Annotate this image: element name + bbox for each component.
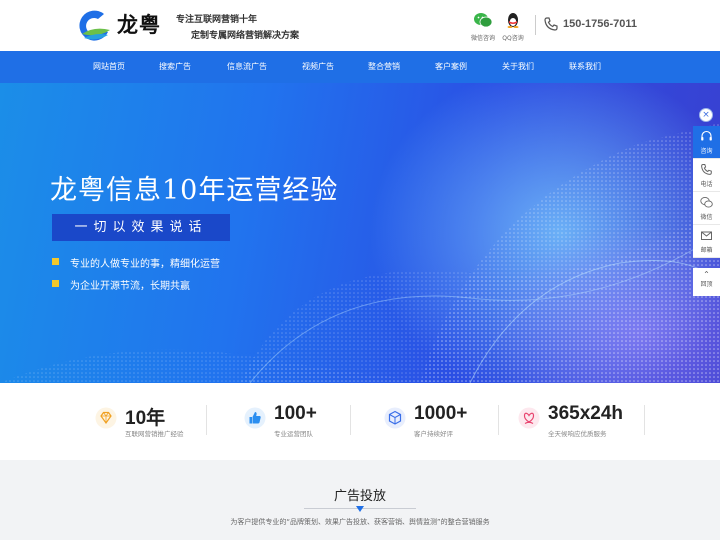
banner-bullet-text: 专业的人做专业的事，精细化运营	[70, 259, 220, 270]
side-item-label: 微信	[700, 214, 713, 221]
slogan-line2: 定制专属网络营销解决方案	[191, 31, 300, 41]
diamond-icon	[95, 407, 117, 429]
page: 龙粤 专注互联网营销十年 定制专属网络营销解决方案 微信咨询 QQ咨询 150-…	[0, 0, 720, 540]
section-description: 为客户提供专业的“品牌策划、效果广告投放、获客营销、舆情监测”的整合营销服务	[230, 518, 490, 526]
nav-item-contact[interactable]: 联系我们	[557, 51, 613, 83]
stat-label: 客户持续好评	[414, 430, 453, 438]
qq-consult-label: QQ咨询	[502, 35, 524, 42]
bullet-marker	[52, 280, 59, 287]
stat-label: 专业运营团队	[274, 430, 313, 438]
stat-value: 100+	[274, 403, 317, 424]
stat-label: 全天候响应优质服务	[548, 430, 607, 438]
hero-banner[interactable]: 龙粤信息10年运营经验 一切以效果说话 专业的人做专业的事，精细化运营 为企业开…	[0, 83, 720, 383]
bullet-marker	[52, 258, 59, 265]
side-item-label: 咨询	[700, 148, 713, 155]
qq-consult-button[interactable]: QQ咨询	[500, 12, 526, 42]
headset-icon	[701, 130, 712, 141]
stat-divider	[498, 405, 499, 435]
stat-label: 互联网营销推广经验	[125, 430, 184, 438]
nav-item-feed-ads[interactable]: 信息流广告	[219, 51, 275, 83]
side-item-consult[interactable]: 咨询	[693, 126, 720, 159]
site-header: 龙粤 专注互联网营销十年 定制专属网络营销解决方案 微信咨询 QQ咨询 150-…	[0, 0, 720, 51]
back-to-top-button[interactable]: ⌃ 回顶	[693, 268, 720, 296]
stat-divider	[350, 405, 351, 435]
wechat-icon	[700, 196, 713, 208]
mail-icon	[701, 231, 712, 240]
qq-penguin-icon	[507, 13, 519, 28]
phone-icon	[544, 17, 558, 31]
stat-divider	[206, 405, 207, 435]
back-to-top-label: 回顶	[700, 281, 713, 288]
stats-bar: 10年 互联网营销推广经验 100+ 专业运营团队 1000+ 客户持续好评 3…	[0, 383, 720, 460]
stat-value: 365x24h	[548, 403, 624, 424]
side-item-label: 邮箱	[700, 247, 713, 254]
banner-title: 龙粤信息10年运营经验	[50, 175, 339, 206]
section-title: 广告投放	[333, 489, 386, 504]
nav-item-about[interactable]: 关于我们	[490, 51, 546, 83]
wechat-consult-label: 微信咨询	[470, 35, 495, 42]
section-triangle-marker	[356, 506, 364, 512]
stat-value: 10年	[125, 408, 166, 429]
main-nav: 网站首页 搜索广告 信息流广告 视频广告 整合营销 客户案例 关于我们 联系我们	[0, 51, 720, 83]
phone-icon	[701, 164, 712, 175]
thumbs-up-icon	[244, 407, 266, 429]
side-panel-close-button[interactable]: ×	[699, 108, 713, 122]
logo-text[interactable]: 龙粤	[117, 9, 161, 39]
side-item-mail[interactable]: 邮箱	[693, 225, 720, 258]
cube-icon	[384, 407, 406, 429]
banner-bullet-text: 为企业开源节流，长期共赢	[70, 281, 190, 292]
side-item-wechat[interactable]: 微信	[693, 192, 720, 225]
stat-divider	[644, 405, 645, 435]
wechat-consult-button[interactable]: 微信咨询	[470, 12, 496, 42]
phone-number[interactable]: 150-1756-7011	[563, 18, 637, 30]
logo-icon[interactable]	[74, 8, 112, 42]
ad-placement-section: 广告投放 为客户提供专业的“品牌策划、效果广告投放、获客营销、舆情监测”的整合营…	[0, 460, 720, 540]
nav-item-integrated-marketing[interactable]: 整合营销	[356, 51, 412, 83]
nav-item-search-ads[interactable]: 搜索广告	[147, 51, 203, 83]
nav-item-cases[interactable]: 客户案例	[423, 51, 479, 83]
side-contact-panel: 咨询 电话 微信 邮箱	[693, 126, 720, 258]
flower-icon	[518, 407, 540, 429]
header-divider	[535, 15, 536, 35]
chevron-up-icon: ⌃	[703, 270, 710, 279]
nav-item-video-ads[interactable]: 视频广告	[290, 51, 346, 83]
wechat-icon	[474, 13, 493, 28]
side-item-phone[interactable]: 电话	[693, 159, 720, 192]
banner-tagline: 一切以效果说话	[52, 214, 230, 241]
stat-value: 1000+	[414, 403, 468, 424]
slogan-line1: 专注互联网营销十年	[176, 15, 258, 25]
side-item-label: 电话	[700, 181, 713, 188]
nav-item-home[interactable]: 网站首页	[81, 51, 137, 83]
